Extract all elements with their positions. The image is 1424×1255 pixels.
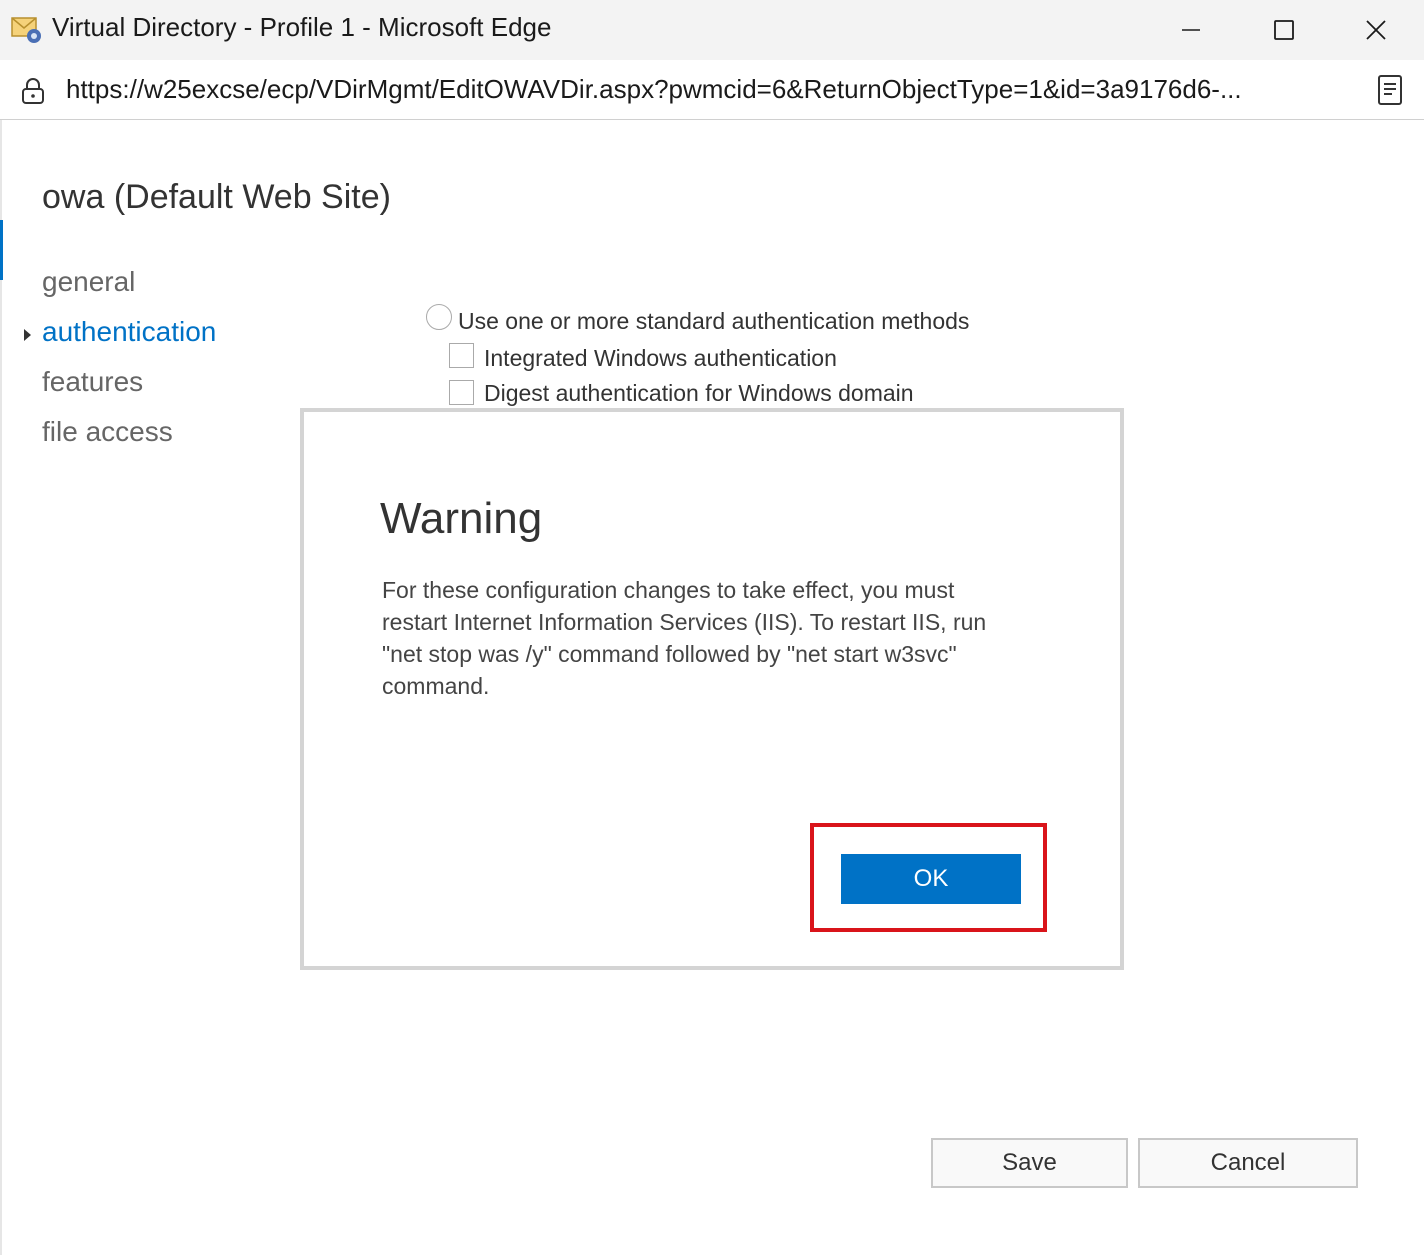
nav-item-authentication[interactable]: authentication xyxy=(42,316,216,348)
minimize-icon[interactable] xyxy=(1166,8,1216,52)
close-icon[interactable] xyxy=(1351,8,1401,52)
nav-pointer-icon xyxy=(24,329,31,341)
dialog-message: For these configuration changes to take … xyxy=(382,577,987,699)
integrated-windows-auth-label: Integrated Windows authentication xyxy=(484,345,837,371)
page-title: owa (Default Web Site) xyxy=(42,178,391,216)
ok-button[interactable]: OK xyxy=(841,854,1021,904)
save-button[interactable]: Save xyxy=(931,1138,1128,1188)
nav-item-general[interactable]: general xyxy=(42,266,135,298)
standard-auth-radio[interactable] xyxy=(426,304,452,330)
window-title: Virtual Directory - Profile 1 - Microsof… xyxy=(52,12,552,42)
window-titlebar: Virtual Directory - Profile 1 - Microsof… xyxy=(0,0,1424,60)
exchange-mail-icon xyxy=(10,12,44,46)
address-bar: https://w25excse/ecp/VDirMgmt/EditOWAVDi… xyxy=(0,60,1424,120)
maximize-icon[interactable] xyxy=(1259,8,1309,52)
url-field[interactable]: https://w25excse/ecp/VDirMgmt/EditOWAVDi… xyxy=(66,74,1356,105)
nav-item-file-access[interactable]: file access xyxy=(42,416,173,448)
warning-dialog: Warning For these configuration changes … xyxy=(300,408,1124,970)
cancel-button[interactable]: Cancel xyxy=(1138,1138,1358,1188)
nav-item-features[interactable]: features xyxy=(42,366,143,398)
page-left-accent xyxy=(0,220,3,280)
lock-icon[interactable] xyxy=(20,77,46,105)
digest-auth-label: Digest authentication for Windows domain xyxy=(484,380,914,406)
reader-mode-icon[interactable] xyxy=(1376,74,1404,106)
standard-auth-label: Use one or more standard authentication … xyxy=(458,308,970,334)
digest-auth-checkbox[interactable] xyxy=(449,380,474,405)
dialog-title: Warning xyxy=(380,494,543,543)
integrated-windows-auth-checkbox[interactable] xyxy=(449,343,474,368)
page-left-edge xyxy=(0,120,2,1255)
